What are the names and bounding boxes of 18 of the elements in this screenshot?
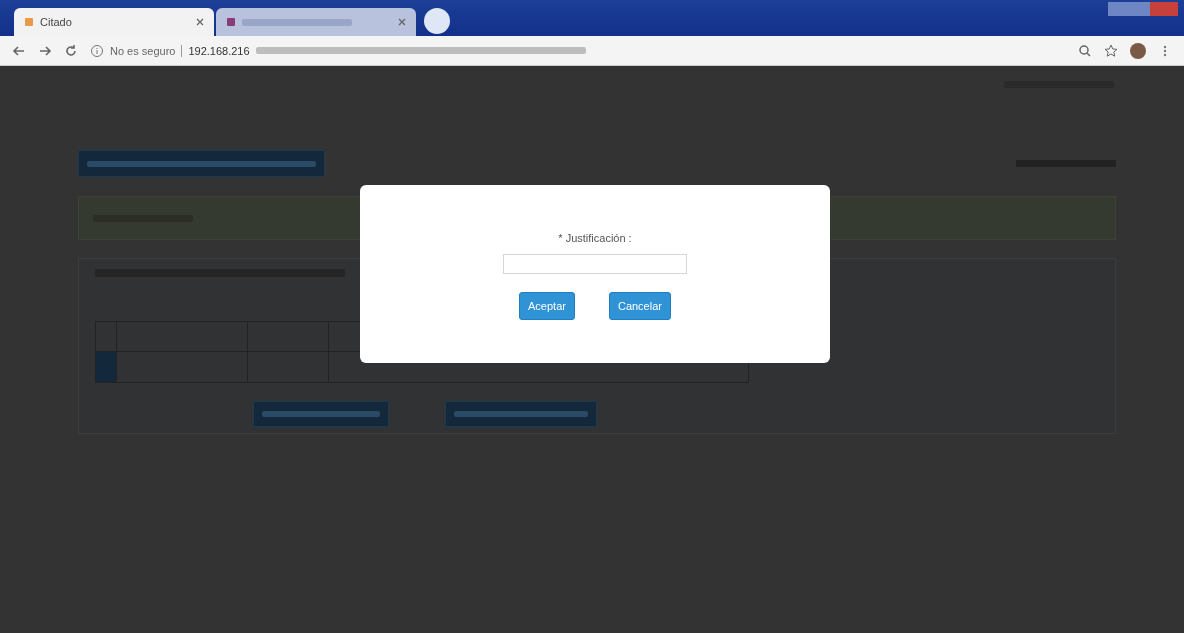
browser-tab[interactable]: Citado <box>14 8 214 36</box>
close-icon[interactable] <box>196 18 204 26</box>
avatar[interactable] <box>1130 42 1146 59</box>
security-label: No es seguro <box>110 44 176 57</box>
info-icon[interactable] <box>90 43 104 58</box>
star-icon[interactable] <box>1104 43 1118 58</box>
back-arrow-icon[interactable] <box>12 43 26 58</box>
new-tab-button[interactable] <box>424 8 450 34</box>
reload-icon[interactable] <box>64 43 78 58</box>
justification-field[interactable] <box>503 254 687 274</box>
close-icon[interactable] <box>398 18 406 26</box>
page-icon <box>24 17 34 27</box>
address-text[interactable]: 192.168.216 <box>181 44 250 57</box>
field-label: * Justificación : <box>558 232 632 244</box>
tab-title: Citado <box>40 16 72 28</box>
search-icon[interactable] <box>1078 43 1092 58</box>
forward-arrow-icon[interactable] <box>38 43 52 58</box>
page-icon <box>226 17 236 27</box>
